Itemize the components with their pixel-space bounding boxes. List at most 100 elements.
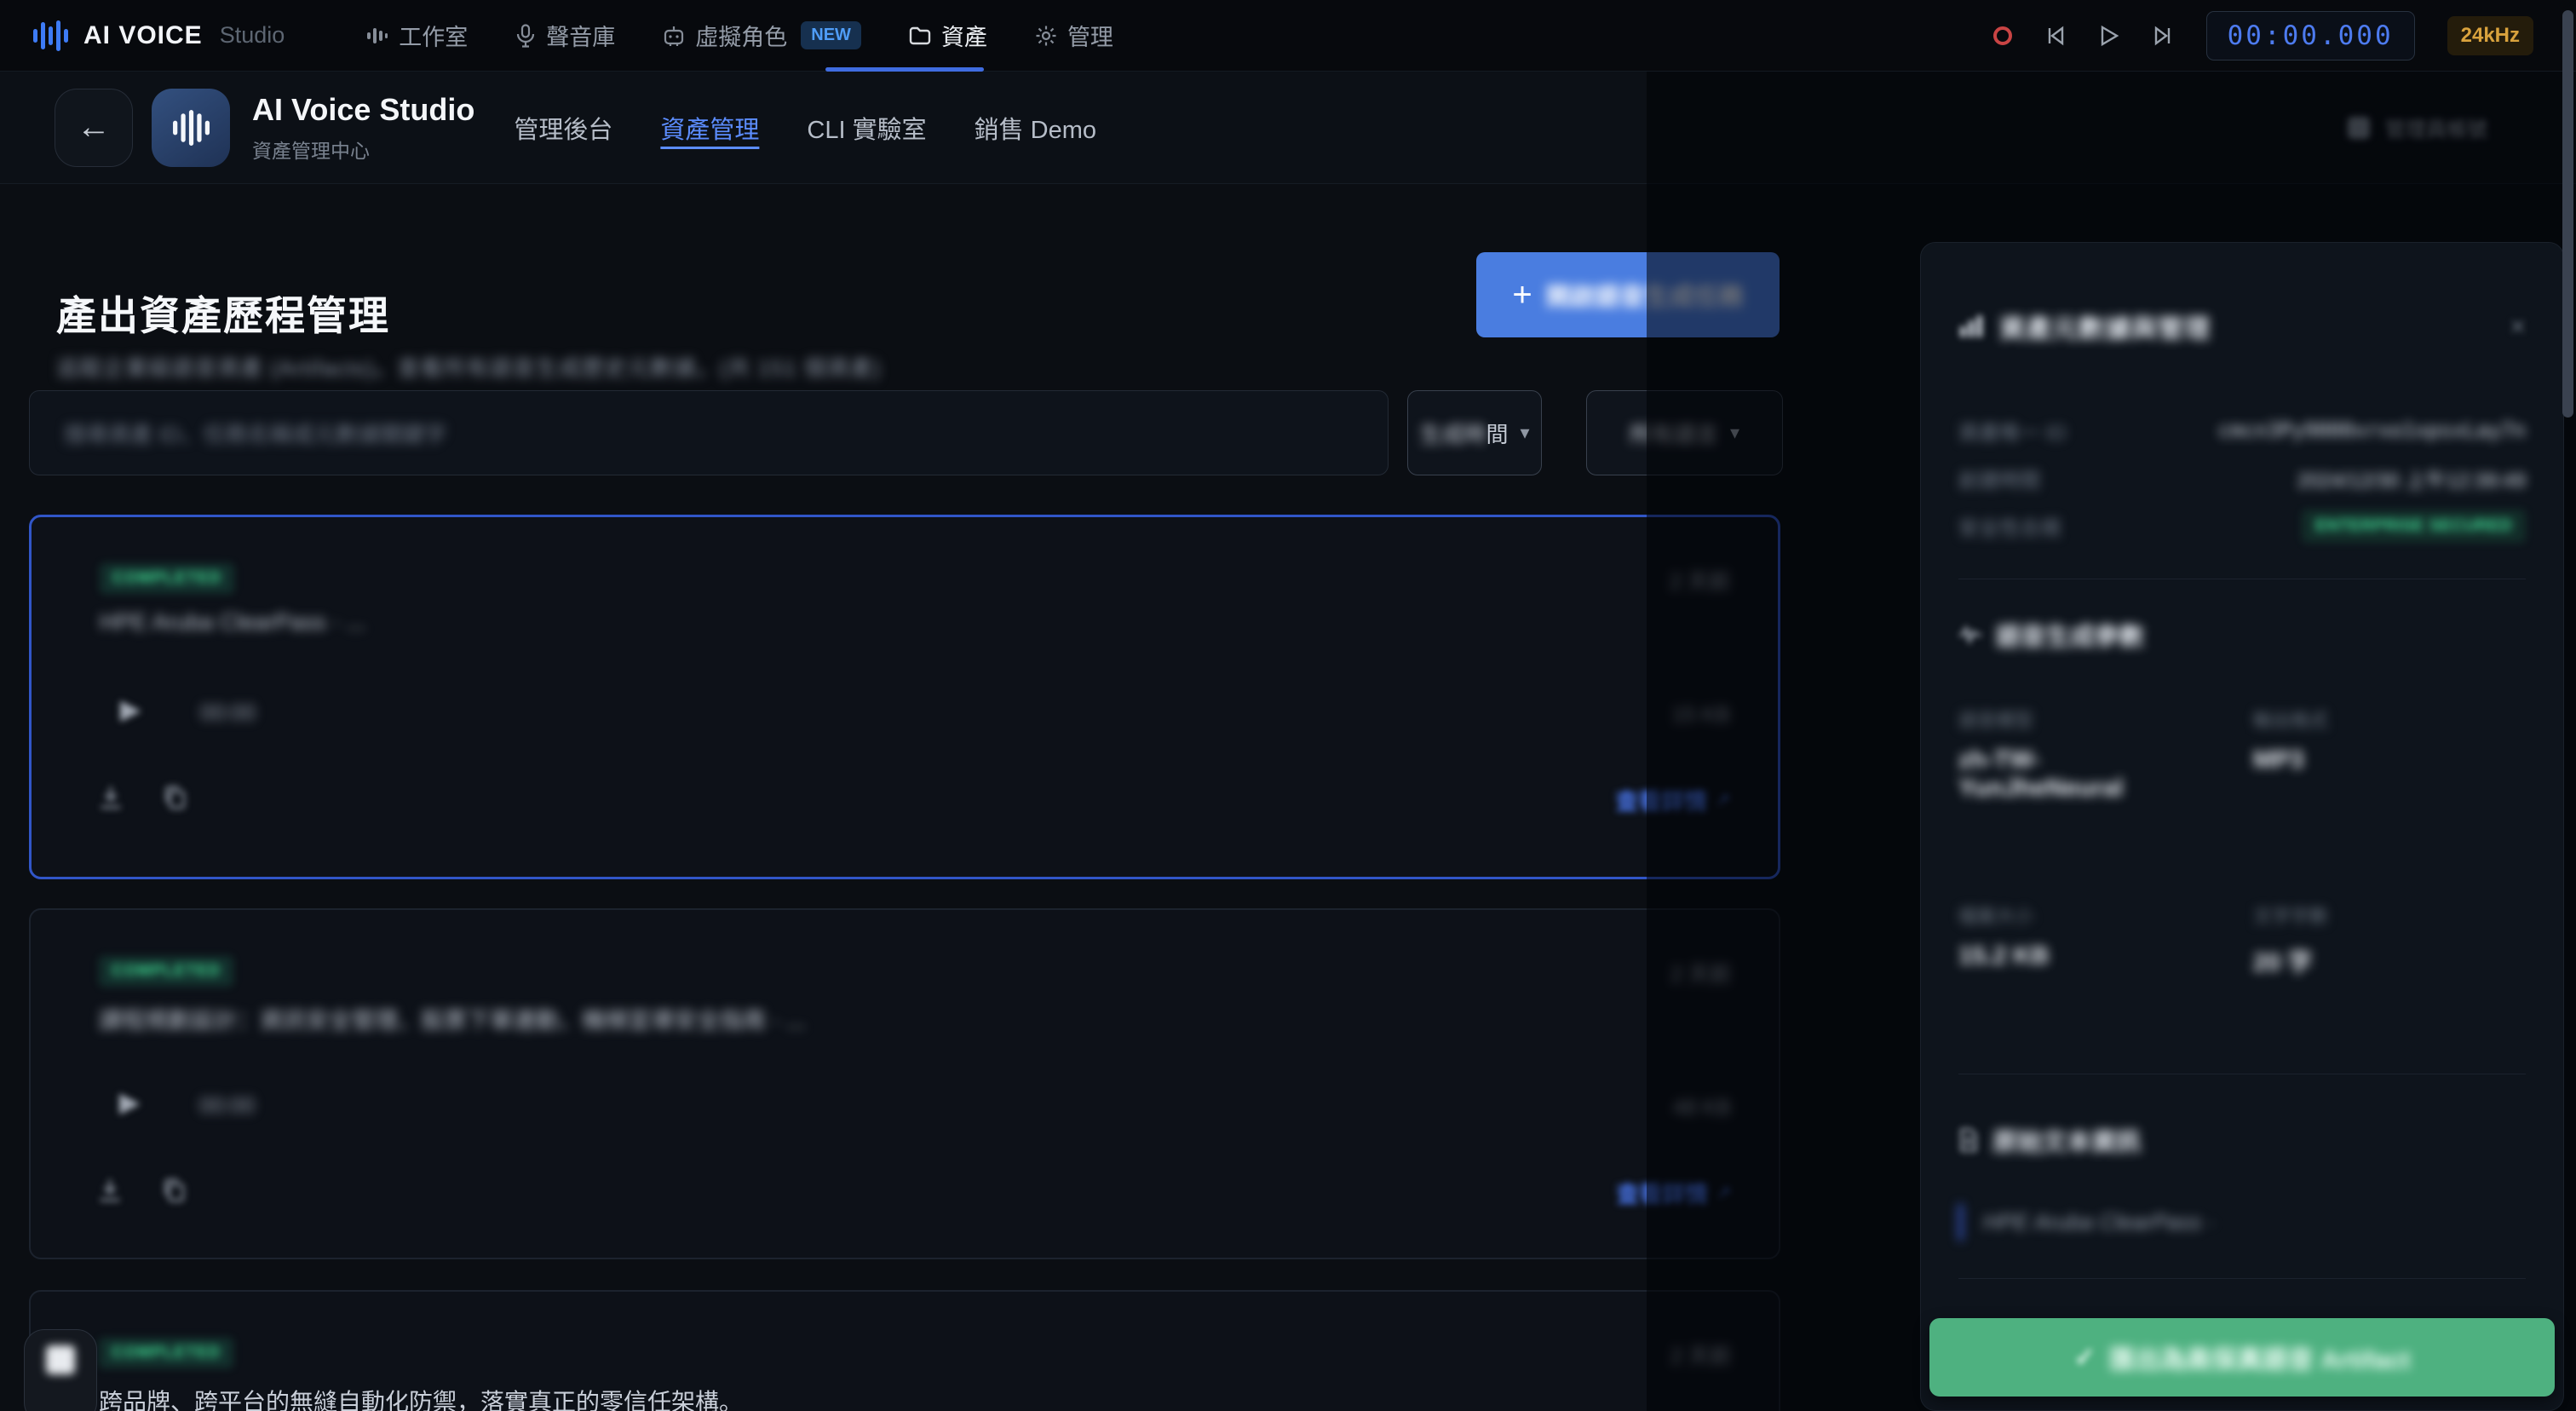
check-icon: ✓ <box>2073 1343 2096 1372</box>
brand: AI VOICE Studio <box>32 19 285 53</box>
nav-label: 資產 <box>940 25 987 50</box>
nav-item-avatars[interactable]: 虛擬角色 NEW <box>663 19 861 52</box>
brand-name: AI VOICE <box>83 20 203 49</box>
chevron-down-icon: ▾ <box>1520 422 1530 443</box>
play-icon[interactable]: ▶ <box>120 693 141 725</box>
filter-time-label-blurred: 生成時 <box>1419 421 1486 447</box>
waveform-icon <box>1958 625 1982 644</box>
section-title: 語音生成參數 <box>1996 624 2145 651</box>
param-cell: 文字字數 20 字 <box>2253 901 2526 978</box>
download-icon[interactable] <box>95 1176 124 1205</box>
status-badge: COMPLETED <box>99 1338 234 1368</box>
transport-controls: 00:00.000 24kHz <box>1992 10 2533 60</box>
copy-icon[interactable] <box>161 783 188 812</box>
header-link-backoffice[interactable]: 管理後台 <box>514 110 612 146</box>
audio-duration: 00:00 <box>200 700 256 725</box>
asset-metadata-panel: 資產元數據與管理 × 資產唯一 ID cmcn3Py9000xrxo1xpsxL… <box>1920 242 2564 1411</box>
source-text-quote: HPE Aruba ClearPass · <box>1958 1204 2526 1241</box>
document-icon <box>1958 1128 1979 1152</box>
export-artifact-button[interactable]: ✓ 匯出為高保真語音 Artifact <box>1929 1318 2555 1397</box>
back-button[interactable]: ← <box>55 88 133 167</box>
nav-label: 聲音庫 <box>546 25 616 50</box>
page-subtitle: 追蹤企業級語音資產 (Artifacts)。查看所有語音生成歷史元數據。(共 1… <box>56 355 882 381</box>
asset-title: 跨品牌、跨平台的無縫自動化防禦，落實真正的零信任架構。 <box>99 1389 744 1411</box>
copy-icon[interactable] <box>160 1176 187 1205</box>
security-badge: ENTERPRISE SECURED <box>2301 509 2526 543</box>
metadata-fields: 資產唯一 ID cmcn3Py9000xrxo1xpsxLay7n 創建時間 2… <box>1958 406 2526 550</box>
param-value: 20 字 <box>2253 949 2313 976</box>
app-screen: AI VOICE Studio 工作室 聲音庫 虛擬角色 NEW 資產 管理 0… <box>0 0 2576 1411</box>
new-badge: NEW <box>801 21 861 49</box>
created-at-value: 2024/12/30 上午12:39:49 <box>2297 469 2526 492</box>
search-input[interactable]: 搜尋資產 ID、任務名稱或元數據關鍵字 <box>29 390 1389 475</box>
source-text-header: 原始文本資訊 <box>1958 1122 2526 1158</box>
nav-item-assets[interactable]: 資產 <box>909 19 987 52</box>
voice-params-grid: 語音模型 zh-TW-YunJheNeural 輸出格式 MP3 檔案大小 15… <box>1958 706 2526 978</box>
nav-label: 虛擬角色 <box>695 25 788 50</box>
section-title: 原始文本資訊 <box>1992 1129 2142 1156</box>
back-arrow-icon: ← <box>77 108 111 146</box>
param-cell: 語音模型 zh-TW-YunJheNeural <box>1958 706 2219 803</box>
app-titles: AI Voice Studio 資產管理中心 <box>252 92 474 164</box>
app-title: AI Voice Studio <box>252 91 475 127</box>
metadata-icon <box>1958 314 1984 339</box>
skip-back-button[interactable] <box>2044 25 2067 47</box>
field-label: 創建時間 <box>1958 469 2040 492</box>
page-title: 產出資產歷程管理 <box>56 293 390 338</box>
robot-icon <box>663 25 685 47</box>
field-label: 安全性合規 <box>1958 516 2061 540</box>
param-cell: 檔案大小 15.2 KB <box>1958 901 2219 978</box>
header-link-cli[interactable]: CLI 實驗室 <box>807 110 926 146</box>
gear-icon <box>1035 25 1057 47</box>
play-button[interactable] <box>2099 25 2119 47</box>
close-icon[interactable]: × <box>2510 311 2526 343</box>
panel-header: 資產元數據與管理 × <box>1958 308 2526 345</box>
export-button-label: 匯出為高保真語音 Artifact <box>2108 1346 2411 1374</box>
status-badge: COMPLETED <box>100 563 235 594</box>
param-value: zh-TW-YunJheNeural <box>1958 746 2124 802</box>
skip-forward-button[interactable] <box>2152 25 2174 47</box>
search-placeholder: 搜尋資產 ID、任務名稱或元數據關鍵字 <box>64 421 447 447</box>
app-subtitle: 資產管理中心 <box>252 139 370 162</box>
asset-card[interactable]: COMPLETED HPE Aruba ClearPass · ... ▶ 00… <box>29 515 1780 879</box>
asset-title: HPE Aruba ClearPass · ... <box>100 609 366 635</box>
scrollbar-thumb[interactable] <box>2562 10 2573 418</box>
param-cell: 輸出格式 MP3 <box>2253 706 2526 803</box>
header-link-assets[interactable]: 資產管理 <box>660 110 759 146</box>
app-logo <box>152 88 230 167</box>
record-button[interactable] <box>1992 26 2012 45</box>
timecode-display: 00:00.000 <box>2205 10 2415 60</box>
play-icon[interactable]: ▶ <box>119 1086 141 1118</box>
asset-id-value: cmcn3Py9000xrxo1xpsxLay7n <box>2217 418 2526 442</box>
asset-card[interactable]: COMPLETED 課程規劃設計：資訊安全管理、股票下單連動、機梯宣導安全指南 … <box>29 908 1780 1259</box>
panel-title: 資產元數據與管理 <box>1999 315 2211 343</box>
nav-item-studio[interactable]: 工作室 <box>366 19 468 52</box>
field-row: 創建時間 2024/12/30 上午12:39:49 <box>1958 454 2526 502</box>
nav-item-admin[interactable]: 管理 <box>1035 19 1113 52</box>
filter-generated-time[interactable]: 生成時間 ▾ <box>1407 390 1542 475</box>
field-row: 安全性合規 ENTERPRISE SECURED <box>1958 502 2526 550</box>
status-badge: COMPLETED <box>99 956 234 987</box>
asset-card[interactable]: COMPLETED 跨品牌、跨平台的無縫自動化防禦，落實真正的零信任架構。 2 … <box>29 1290 1780 1411</box>
download-icon[interactable] <box>96 783 125 812</box>
transport-topbar: AI VOICE Studio 工作室 聲音庫 虛擬角色 NEW 資產 管理 0… <box>0 0 2576 72</box>
param-label: 檔案大小 <box>1958 906 2034 927</box>
floating-widget-button[interactable] <box>24 1329 97 1411</box>
field-label: 資產唯一 ID <box>1958 421 2067 445</box>
nav-label: 工作室 <box>399 25 469 50</box>
microphone-icon <box>515 23 536 48</box>
active-tab-underline <box>825 67 984 72</box>
top-nav: 工作室 聲音庫 虛擬角色 NEW 資產 管理 <box>366 19 1113 52</box>
plus-icon: + <box>1512 276 1532 314</box>
header-link-sales-demo[interactable]: 銷售 Demo <box>975 110 1096 146</box>
nav-label: 管理 <box>1067 25 1113 50</box>
param-value: MP3 <box>2253 746 2304 774</box>
field-row: 資產唯一 ID cmcn3Py9000xrxo1xpsxLay7n <box>1958 406 2526 454</box>
waveform-logo-icon <box>32 19 68 53</box>
filter-time-label: 間 <box>1486 421 1509 447</box>
nav-item-voices[interactable]: 聲音庫 <box>515 19 615 52</box>
widget-icon <box>46 1345 75 1374</box>
asset-title: 課程規劃設計：資訊安全管理、股票下單連動、機梯宣導安全指南 · ... <box>99 1008 806 1034</box>
brand-suffix: Studio <box>219 22 285 48</box>
audio-duration: 00:00 <box>199 1092 256 1118</box>
